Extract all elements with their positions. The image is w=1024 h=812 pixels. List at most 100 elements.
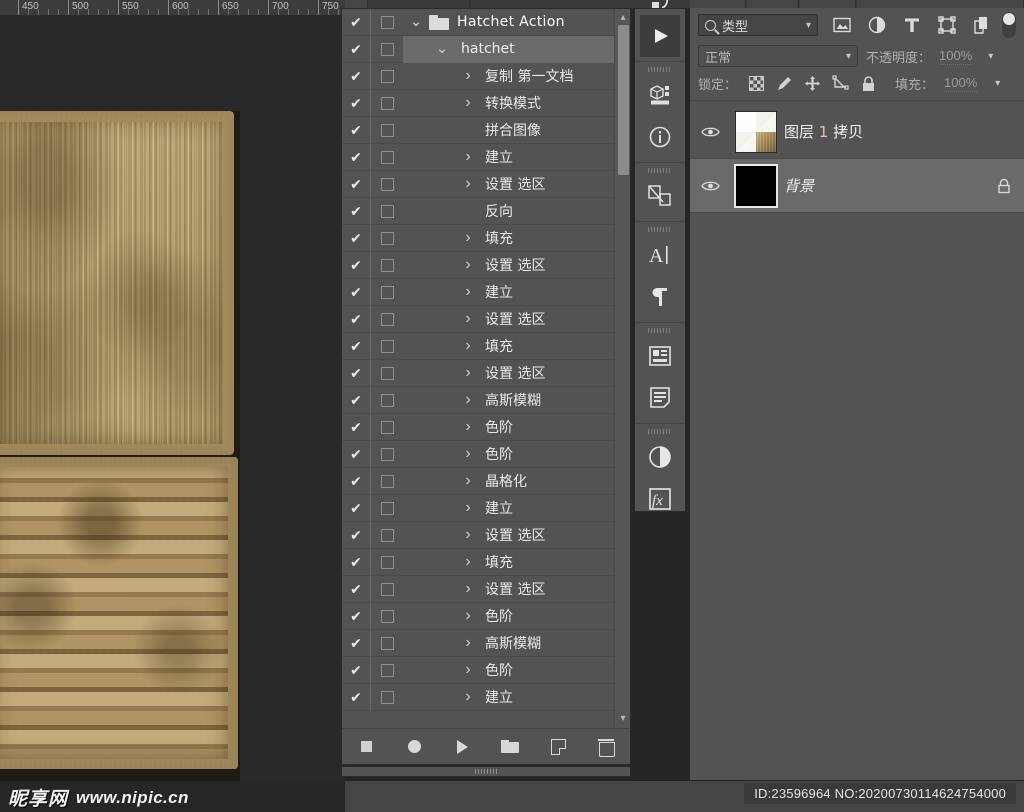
action-enable-checkbox[interactable]: ✔ (342, 312, 370, 326)
action-dialog-toggle[interactable] (371, 340, 403, 353)
action-label-area[interactable]: ›建立 (403, 684, 614, 711)
action-enable-checkbox[interactable]: ✔ (342, 96, 370, 110)
action-label-area[interactable]: ›高斯模糊 (403, 387, 614, 414)
canvas-stage[interactable] (0, 16, 345, 781)
action-dialog-toggle[interactable] (371, 124, 403, 137)
properties-icon[interactable] (640, 335, 680, 377)
chevron-right-icon[interactable]: › (455, 175, 481, 193)
action-label-area[interactable]: ⌄Hatchet Action (403, 9, 614, 36)
actions-list[interactable]: ✔⌄Hatchet Action✔⌄hatchet✔›复制 第一文档✔›转换模式… (342, 9, 630, 728)
action-row[interactable]: ✔反向 (342, 198, 630, 225)
action-dialog-toggle[interactable] (371, 502, 403, 515)
action-row[interactable]: ✔›晶格化 (342, 468, 630, 495)
action-row[interactable]: ✔⌄Hatchet Action (342, 9, 630, 36)
action-enable-checkbox[interactable]: ✔ (342, 501, 370, 515)
action-label-area[interactable]: ›填充 (403, 549, 614, 576)
action-label-area[interactable]: ›设置 选区 (403, 171, 614, 198)
chevron-right-icon[interactable]: › (455, 499, 481, 517)
action-row[interactable]: ✔ ›建立 (342, 144, 630, 171)
action-dialog-toggle[interactable] (371, 475, 403, 488)
action-row[interactable]: ✔ ›填充 (342, 333, 630, 360)
action-dialog-toggle[interactable] (371, 151, 403, 164)
new-action-button[interactable] (547, 737, 569, 757)
action-label-area[interactable]: 反向 (403, 198, 614, 225)
action-enable-checkbox[interactable]: ✔ (342, 177, 370, 191)
action-enable-checkbox[interactable]: ✔ (342, 609, 370, 623)
action-label-area[interactable]: ›设置 选区 (403, 252, 614, 279)
shape-filter-icon[interactable] (937, 16, 956, 34)
adjustments-icon[interactable] (640, 436, 680, 478)
lock-artboard-icon[interactable] (831, 75, 849, 91)
action-dialog-toggle[interactable] (371, 232, 403, 245)
action-enable-checkbox[interactable]: ✔ (342, 69, 370, 83)
action-dialog-toggle[interactable] (371, 610, 403, 623)
chevron-right-icon[interactable]: › (455, 256, 481, 274)
layer-name[interactable]: 图层 1 拷贝 (784, 121, 984, 142)
filter-enable-toggle[interactable] (1002, 12, 1016, 38)
action-dialog-toggle[interactable] (371, 286, 403, 299)
action-label-area[interactable]: ›填充 (403, 225, 614, 252)
action-dialog-toggle[interactable] (371, 394, 403, 407)
action-label-area[interactable]: ›建立 (403, 144, 614, 171)
chevron-right-icon[interactable]: › (455, 688, 481, 706)
action-row[interactable]: ✔ ⌄hatchet (342, 36, 630, 63)
action-label-area[interactable]: ›高斯模糊 (403, 630, 614, 657)
new-set-button[interactable] (499, 737, 521, 757)
character-icon[interactable]: A (640, 234, 680, 276)
horizontal-ruler[interactable]: 450500550600650700750 (0, 0, 345, 16)
action-enable-checkbox[interactable]: ✔ (342, 123, 370, 137)
action-dialog-toggle[interactable] (371, 43, 403, 56)
action-label-area[interactable]: ›色阶 (403, 414, 614, 441)
action-row[interactable]: ✔›建立 (342, 684, 630, 711)
action-row[interactable]: ✔›设置 选区 (342, 576, 630, 603)
opacity-chevron-down-icon[interactable]: ▾ (988, 51, 993, 62)
scroll-down-icon[interactable]: ▾ (615, 712, 630, 726)
chevron-down-icon[interactable]: ⌄ (429, 46, 455, 52)
stop-button[interactable] (355, 737, 377, 757)
action-enable-checkbox[interactable]: ✔ (342, 231, 370, 245)
action-enable-checkbox[interactable]: ✔ (342, 150, 370, 164)
action-enable-checkbox[interactable]: ✔ (342, 663, 370, 677)
chevron-right-icon[interactable]: › (455, 526, 481, 544)
action-label-area[interactable]: ›设置 选区 (403, 522, 614, 549)
action-enable-checkbox[interactable]: ✔ (342, 285, 370, 299)
pixel-filter-icon[interactable] (832, 16, 851, 34)
action-row[interactable]: ✔›色阶 (342, 414, 630, 441)
action-label-area[interactable]: ›色阶 (403, 441, 614, 468)
action-enable-checkbox[interactable]: ✔ (342, 636, 370, 650)
play-button[interactable] (451, 737, 473, 757)
action-dialog-toggle[interactable] (371, 97, 403, 110)
action-dialog-toggle[interactable] (371, 259, 403, 272)
chevron-right-icon[interactable]: › (455, 418, 481, 436)
action-row[interactable]: ✔ ›设置 选区 (342, 171, 630, 198)
action-enable-checkbox[interactable]: ✔ (342, 474, 370, 488)
action-dialog-toggle[interactable] (371, 583, 403, 596)
layer-list[interactable]: 图层 1 拷贝 背景 (690, 105, 1024, 213)
action-row[interactable]: ✔ ›高斯模糊 (342, 630, 630, 657)
action-row[interactable]: ✔ ›建立 (342, 279, 630, 306)
layer-row[interactable]: 图层 1 拷贝 (690, 105, 1024, 159)
layer-name[interactable]: 背景 (784, 175, 984, 196)
action-label-area[interactable]: ›建立 (403, 279, 614, 306)
action-enable-checkbox[interactable]: ✔ (342, 42, 370, 56)
action-label-area[interactable]: ›色阶 (403, 657, 614, 684)
action-label-area[interactable]: ›色阶 (403, 603, 614, 630)
action-label-area[interactable]: ⌄hatchet (403, 36, 614, 63)
action-dialog-toggle[interactable] (371, 178, 403, 191)
action-label-area[interactable]: ›填充 (403, 333, 614, 360)
layer-comps-icon[interactable] (640, 175, 680, 217)
action-dialog-toggle[interactable] (371, 205, 403, 218)
scroll-up-icon[interactable]: ▴ (615, 11, 630, 25)
action-enable-checkbox[interactable]: ✔ (342, 447, 370, 461)
fill-value[interactable]: 100% (944, 75, 977, 92)
layer-row[interactable]: 背景 (690, 159, 1024, 213)
action-dialog-toggle[interactable] (371, 664, 403, 677)
action-enable-checkbox[interactable]: ✔ (342, 366, 370, 380)
chevron-right-icon[interactable]: › (455, 661, 481, 679)
action-label-area[interactable]: 拼合图像 (403, 117, 614, 144)
action-row[interactable]: ✔ 拼合图像 (342, 117, 630, 144)
action-enable-checkbox[interactable]: ✔ (342, 339, 370, 353)
layer-thumbnail-cell[interactable] (728, 165, 784, 207)
chevron-right-icon[interactable]: › (455, 445, 481, 463)
chevron-right-icon[interactable]: › (455, 310, 481, 328)
